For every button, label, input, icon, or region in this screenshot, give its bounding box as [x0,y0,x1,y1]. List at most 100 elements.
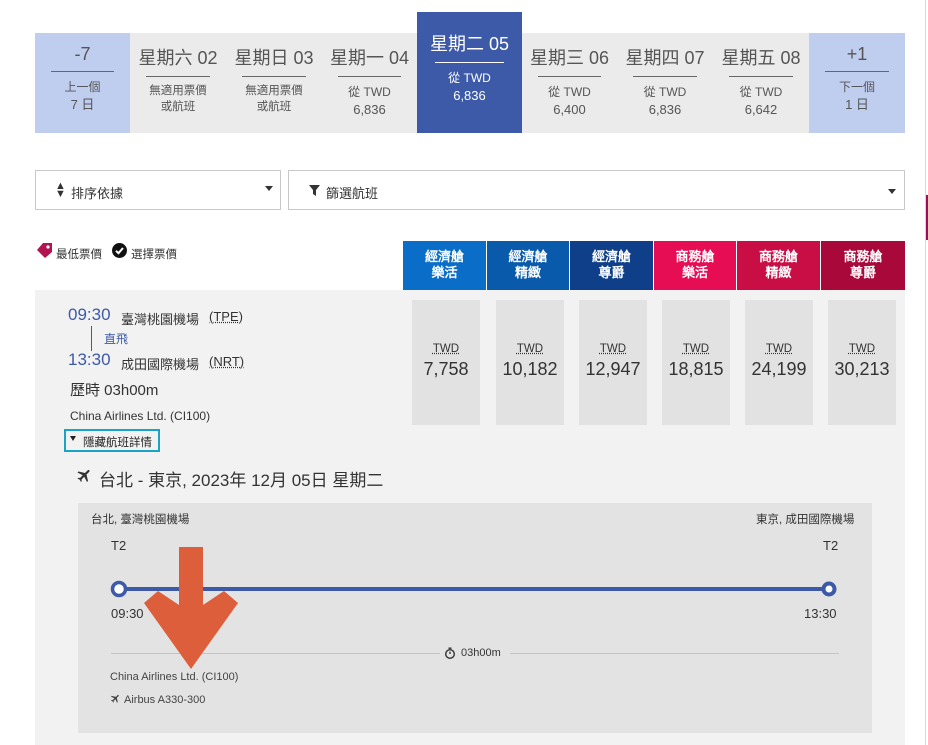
departure-time: 09:30 [68,305,111,324]
date-cell[interactable]: 星期二 05 從 TWD 6,836 [417,12,522,133]
arrival-code[interactable]: (NRT) [209,354,244,369]
fare-amount: 12,947 [585,359,641,379]
arrival-airport: 成田國際機場 [121,357,200,372]
date-cell-day: 星期三 06 [529,48,610,68]
toggle-details-button[interactable]: 隱藏航班詳情 [64,429,160,452]
date-cell-day: 星期六 02 [138,48,218,68]
filter-icon [309,185,320,196]
duration-chip: 03h00m [440,645,510,661]
date-cell-line2: 或航班 [160,101,196,113]
cabin-tier: 尊爵 [598,265,625,280]
month-caption: 2023年 12月 [435,0,504,7]
sort-label: 排序依據 [71,186,124,201]
sort-select[interactable]: ▲ ▼ 排序依據 [35,170,281,210]
timeline-dep-time: 09:30 [111,606,144,621]
date-cell-day: 星期五 08 [721,48,801,68]
route-title: 台北 - 東京, 2023年 12月 05日 星期二 [99,471,384,490]
date-cell-line2: 6,836 [353,102,386,117]
detail-carrier: China Airlines Ltd. (CI100) [110,671,239,683]
origin-terminal: T2 [111,538,127,553]
legend-selected-label: 選擇票價 [131,249,177,261]
date-cell[interactable]: 星期一 04 從 TWD 6,836 [322,33,417,133]
divider [434,62,505,63]
chevron-down-icon [888,189,896,194]
date-cell-line1: 從 TWD [448,71,491,85]
divider [825,71,889,72]
fare-card[interactable]: TWD 18,815 [662,300,730,425]
fare-card[interactable]: TWD 7,758 [412,300,480,425]
cabin-tier: 精緻 [765,265,792,280]
fare-card[interactable]: TWD 12,947 [579,300,647,425]
date-cell-line2: 或航班 [256,101,292,113]
date-cell[interactable]: 星期五 08 從 TWD 6,642 [713,33,809,133]
date-cell-line2: 1 日 [845,97,869,112]
date-cell-day: -7 [74,44,91,64]
date-cell-line1: 上一個 [64,80,101,94]
annotation-arrow-icon [144,547,238,669]
destination-terminal: T2 [823,538,839,553]
date-cell[interactable]: -7 上一個 7 日 [35,33,130,133]
date-cell[interactable]: 星期六 02 無適用票價或航班 [130,33,226,133]
fare-card[interactable]: TWD 10,182 [496,300,564,425]
date-cell-line2: 6,836 [648,102,682,117]
timeline-duration: 03h00m [461,647,501,659]
fare-amount: 30,213 [834,359,890,379]
fare-currency: TWD [516,343,544,355]
cabin-tier: 樂活 [431,265,458,280]
date-cell-line2: 6,400 [553,102,586,117]
cabin-class: 經濟艙 [508,249,548,264]
cabin-header: 商務艙 樂活 [654,241,736,290]
date-cell-day: +1 [846,44,868,64]
divider [633,76,697,77]
departure-dot [110,580,128,598]
cabin-class: 經濟艙 [424,249,464,264]
date-cell-line1: 無適用票價 [149,85,207,97]
legend-lowest-label: 最低票價 [56,249,102,261]
date-cell-day: 星期二 05 [429,34,510,54]
fare-currency: TWD [848,343,876,355]
cabin-header: 商務艙 精緻 [737,241,820,290]
aircraft-icon [110,694,119,703]
filter-label: 篩選航班 [326,186,379,201]
date-cell[interactable]: +1 下一個 1 日 [809,33,905,133]
date-cell-line1: 從 TWD [643,85,687,99]
carrier-label: China Airlines Ltd. (CI100) [70,409,211,423]
departure-code[interactable]: (TPE) [209,309,243,324]
divider [146,76,210,77]
date-cell[interactable]: 星期四 07 從 TWD 6,836 [617,33,713,133]
date-cell-day: 星期日 03 [234,48,314,68]
cabin-class: 商務艙 [675,249,715,264]
divider [538,76,601,77]
sort-icon: ▲ ▼ [55,180,66,200]
right-border [925,0,926,745]
fare-currency: TWD [765,343,793,355]
timeline-arr-time: 13:30 [804,606,837,621]
date-cell[interactable]: 星期三 06 從 TWD 6,400 [522,33,617,133]
filter-select[interactable]: 篩選航班 [288,170,905,210]
fare-card[interactable]: TWD 30,213 [828,300,896,425]
fare-card[interactable]: TWD 24,199 [745,300,813,425]
cabin-class: 商務艙 [758,249,798,264]
fare-amount: 18,815 [668,359,724,379]
cabin-header: 商務艙 尊爵 [821,241,905,290]
fare-amount: 24,199 [751,359,807,379]
cabin-class: 商務艙 [843,249,883,264]
divider [338,76,401,77]
divider [242,76,306,77]
date-cell-day: 星期一 04 [329,48,410,68]
destination-label: 東京, 成田國際機場 [756,514,855,526]
cabin-header: 經濟艙 尊爵 [570,241,653,290]
toggle-details-label: 隱藏航班詳情 [83,437,152,449]
date-cell-line2: 7 日 [70,97,95,112]
date-cell-line1: 無適用票價 [245,85,303,97]
date-cell-line1: 從 TWD [348,85,391,99]
aircraft-type: Airbus A330-300 [124,694,206,706]
arrival-time: 13:30 [68,350,111,369]
cabin-tier: 尊爵 [849,265,876,280]
cabin-tier: 樂活 [681,265,708,280]
fare-currency: TWD [682,343,710,355]
date-cell[interactable]: 星期日 03 無適用票價或航班 [226,33,322,133]
airplane-icon [77,469,90,483]
divider [51,71,114,72]
cabin-tier: 精緻 [514,265,541,280]
